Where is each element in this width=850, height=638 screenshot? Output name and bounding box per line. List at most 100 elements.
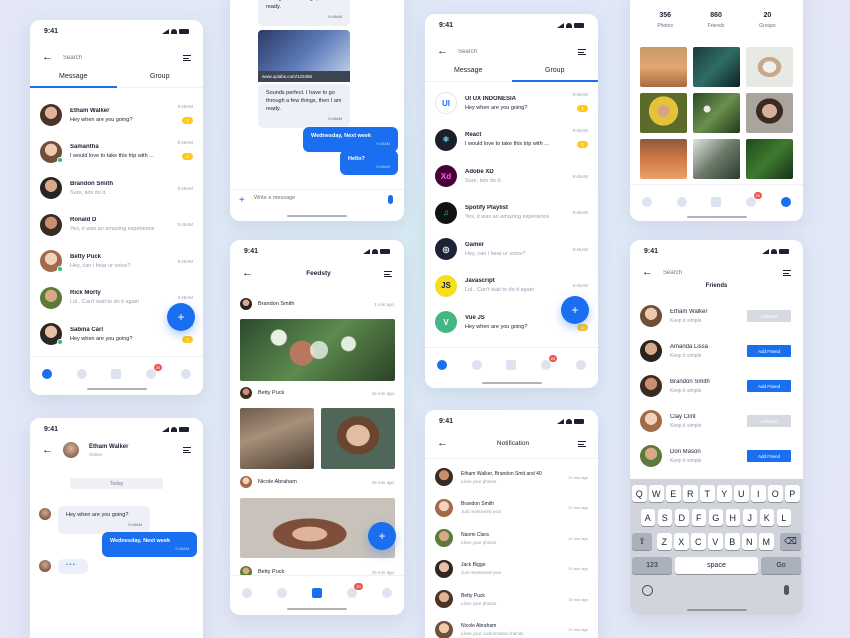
key-d[interactable]: D <box>674 509 689 526</box>
nav-chat-icon[interactable] <box>42 368 53 379</box>
play-icon[interactable] <box>310 341 328 359</box>
list-item[interactable]: ⚛ React I would love to take this trip wit… <box>435 123 588 157</box>
back-arrow-icon[interactable]: ← <box>242 268 253 279</box>
post-image[interactable] <box>240 408 314 469</box>
key-x[interactable]: X <box>674 533 689 550</box>
key-r[interactable]: R <box>683 485 698 502</box>
key-e[interactable]: E <box>666 485 681 502</box>
list-item[interactable]: Xd Adobe XD Sure, lets do it. 9:45AM <box>435 159 588 193</box>
link-url[interactable]: www.uplabs.com/123456 <box>258 71 350 82</box>
add-attachment-icon[interactable]: + <box>239 195 245 206</box>
add-friend-button[interactable]: Add Friend <box>747 345 791 357</box>
nav-add-icon[interactable] <box>506 359 517 370</box>
post-image[interactable] <box>240 319 395 381</box>
back-arrow-icon[interactable]: ← <box>437 438 448 449</box>
key-c[interactable]: C <box>691 533 706 550</box>
search-input[interactable] <box>63 54 173 61</box>
key-t[interactable]: T <box>700 485 715 502</box>
avatar[interactable] <box>640 305 662 327</box>
post-author[interactable]: Nicole Abraham <box>258 479 366 485</box>
key-s[interactable]: S <box>657 509 672 526</box>
post-author[interactable]: Betty Puck <box>258 390 366 396</box>
key-m[interactable]: M <box>759 533 774 550</box>
stat-item[interactable]: 356 Photos <box>657 12 673 29</box>
key-q[interactable]: Q <box>632 485 647 502</box>
back-arrow-icon[interactable]: ← <box>42 444 53 456</box>
list-item[interactable]: ◎ Gamer Hey, can i hear ur voice? 9:45AM <box>435 232 588 266</box>
go-key[interactable]: Go <box>761 557 801 574</box>
stat-item[interactable]: 860 Friends <box>708 12 725 29</box>
unfriend-button[interactable]: Unfriend <box>747 310 791 322</box>
nav-add-icon[interactable] <box>711 196 722 207</box>
key-n[interactable]: N <box>742 533 757 550</box>
key-a[interactable]: A <box>640 509 655 526</box>
nav-chat-icon[interactable] <box>642 196 653 207</box>
emoji-icon[interactable] <box>642 585 653 596</box>
list-item[interactable]: Ronald D Yes, it was an amazing experienc… <box>40 208 193 242</box>
link-preview-image[interactable]: www.uplabs.com/123456 <box>258 30 350 82</box>
nav-notification-icon[interactable]: 20 <box>746 191 763 207</box>
gallery-photo[interactable] <box>693 93 740 133</box>
nav-profile-icon[interactable] <box>381 587 392 598</box>
gallery-photo[interactable] <box>746 93 793 133</box>
nav-notification-icon[interactable]: 20 <box>146 363 163 379</box>
avatar[interactable] <box>640 375 662 397</box>
list-item[interactable]: Samantha I would love to take this trip w… <box>40 135 193 169</box>
search-input[interactable] <box>458 48 568 55</box>
notification-item[interactable]: Betty Puck Likes your photos 10 min ago <box>435 586 588 612</box>
nav-add-icon[interactable] <box>111 368 122 379</box>
avatar[interactable] <box>240 387 252 399</box>
avatar[interactable] <box>63 442 79 458</box>
key-w[interactable]: W <box>649 485 664 502</box>
space-key[interactable]: space <box>675 557 758 574</box>
list-item[interactable]: Etham Walker Hey when are you going? 9:45A… <box>40 98 193 132</box>
avatar[interactable] <box>240 298 252 310</box>
shift-key-icon[interactable]: ⇧ <box>632 533 652 550</box>
key-z[interactable]: Z <box>657 533 672 550</box>
key-u[interactable]: U <box>734 485 749 502</box>
unfriend-button[interactable]: Unfriend <box>747 415 791 427</box>
menu-icon[interactable] <box>384 270 392 277</box>
back-arrow-icon[interactable]: ← <box>437 46 448 57</box>
menu-icon[interactable] <box>783 269 791 276</box>
key-f[interactable]: F <box>691 509 706 526</box>
list-item[interactable]: Brandon Smith Sure, lets do it. 9:45AM <box>40 171 193 205</box>
menu-icon[interactable] <box>578 440 586 447</box>
key-o[interactable]: O <box>768 485 783 502</box>
gallery-photo[interactable] <box>640 47 687 87</box>
notification-item[interactable]: Etham Walker, Brandon Smit and 40 Likes y… <box>435 464 588 490</box>
nav-explore-icon[interactable] <box>471 359 482 370</box>
nav-profile-icon[interactable] <box>780 196 791 207</box>
key-l[interactable]: L <box>776 509 791 526</box>
avatar[interactable] <box>640 445 662 467</box>
notification-item[interactable]: Nicole Abraham Likes your conformation fr… <box>435 617 588 638</box>
key-i[interactable]: I <box>751 485 766 502</box>
new-group-button[interactable]: + <box>561 296 589 324</box>
notification-item[interactable]: Brandon Smith Just mentioned you! 10 min a… <box>435 495 588 521</box>
key-h[interactable]: H <box>725 509 740 526</box>
gallery-photo[interactable] <box>640 139 687 179</box>
menu-icon[interactable] <box>183 447 191 453</box>
menu-icon[interactable] <box>183 54 191 61</box>
new-message-button[interactable]: + <box>167 303 195 331</box>
add-friend-button[interactable]: Add Friend <box>747 450 791 462</box>
key-p[interactable]: P <box>785 485 800 502</box>
tab-group[interactable]: Group <box>511 67 598 82</box>
key-k[interactable]: K <box>759 509 774 526</box>
nav-notification-icon[interactable]: 20 <box>346 582 363 598</box>
avatar[interactable] <box>640 410 662 432</box>
list-item[interactable]: ♫ Spotify Playlist Yes, it was an amazing … <box>435 196 588 230</box>
nav-explore-icon[interactable] <box>277 587 288 598</box>
gallery-photo[interactable] <box>746 47 793 87</box>
nav-explore-icon[interactable] <box>76 368 87 379</box>
microphone-icon[interactable] <box>784 585 789 595</box>
list-item[interactable]: UI UI UX INDONESIA Hey when are you going?… <box>435 86 588 120</box>
avatar[interactable] <box>640 340 662 362</box>
tab-group[interactable]: Group <box>116 73 203 88</box>
nav-chat-icon[interactable] <box>242 587 253 598</box>
tab-message[interactable]: Message <box>425 67 512 82</box>
post-author[interactable]: Brandon Smith <box>258 301 368 307</box>
gallery-photo[interactable] <box>693 139 740 179</box>
nav-add-icon[interactable] <box>311 587 322 598</box>
nav-chat-icon[interactable] <box>437 359 448 370</box>
